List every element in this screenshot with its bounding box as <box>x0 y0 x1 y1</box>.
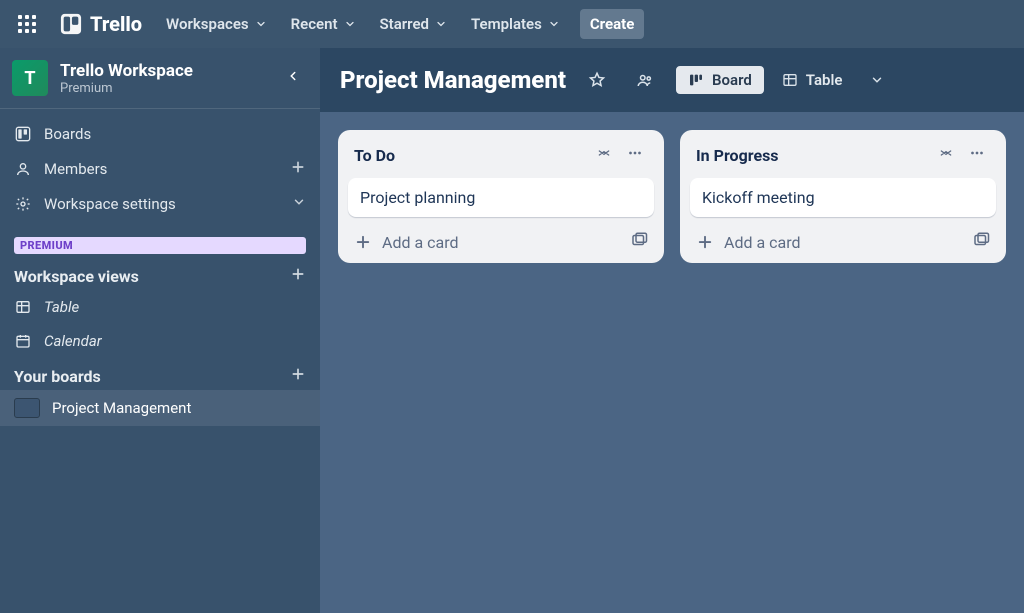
board-link-project-management[interactable]: Project Management <box>0 390 320 426</box>
table-icon <box>14 299 32 315</box>
expand-settings[interactable] <box>292 195 306 213</box>
add-card[interactable]: Add a card <box>696 233 972 252</box>
apps-icon <box>18 15 36 33</box>
sidebar: T Trello Workspace Premium Boards Member… <box>0 48 320 613</box>
sidebar-item-settings[interactable]: Workspace settings <box>0 187 320 221</box>
star-board[interactable] <box>580 63 614 97</box>
star-icon <box>588 71 606 89</box>
chevron-down-icon <box>435 18 447 30</box>
collapse-icon <box>938 145 954 161</box>
collapse-sidebar[interactable] <box>280 63 306 93</box>
sidebar-item-boards[interactable]: Boards <box>0 117 320 151</box>
more-icon <box>968 144 986 162</box>
card[interactable]: Kickoff meeting <box>690 178 996 217</box>
table-icon <box>782 72 798 88</box>
gear-icon <box>14 196 32 212</box>
list-menu[interactable] <box>964 142 990 168</box>
nav-starred[interactable]: Starred <box>370 9 457 39</box>
add-member[interactable] <box>290 159 306 179</box>
sidebar-item-members[interactable]: Members <box>0 151 320 187</box>
workspace-avatar: T <box>12 60 48 96</box>
create-button[interactable]: Create <box>580 9 644 39</box>
premium-badge: PREMIUM <box>14 237 306 254</box>
board-color-chip <box>14 398 40 418</box>
plus-icon <box>696 233 714 251</box>
collapse-icon <box>596 145 612 161</box>
chevron-left-icon <box>286 69 300 83</box>
workspace-name: Trello Workspace <box>60 61 193 81</box>
nav-workspaces[interactable]: Workspaces <box>156 9 277 39</box>
user-icon <box>14 161 32 177</box>
list-menu[interactable] <box>622 142 648 168</box>
view-mode-table[interactable]: Table <box>770 66 855 94</box>
template-icon <box>972 231 990 249</box>
app-name: Trello <box>90 12 142 36</box>
board-header: Project Management Board Table <box>320 48 1024 112</box>
calendar-icon <box>14 333 32 349</box>
list-in-progress: In Progress Kickoff meeting Add a card <box>680 130 1006 263</box>
apps-launcher[interactable] <box>8 9 46 39</box>
nav-recent[interactable]: Recent <box>281 9 366 39</box>
board-title[interactable]: Project Management <box>340 66 566 94</box>
list-title[interactable]: To Do <box>354 146 586 165</box>
plus-icon <box>354 233 372 251</box>
collapse-list[interactable] <box>934 143 958 167</box>
nav-templates[interactable]: Templates <box>461 9 570 39</box>
board-icon <box>688 72 704 88</box>
add-view[interactable] <box>290 266 306 286</box>
card[interactable]: Project planning <box>348 178 654 217</box>
list-to-do: To Do Project planning Add a card <box>338 130 664 263</box>
top-nav: Trello Workspaces Recent Starred Templat… <box>0 0 1024 48</box>
trello-small-icon <box>14 126 32 142</box>
trello-icon <box>60 13 82 35</box>
more-icon <box>626 144 644 162</box>
chevron-down-icon <box>255 18 267 30</box>
trello-logo[interactable]: Trello <box>50 8 152 40</box>
card-template[interactable] <box>630 231 648 253</box>
view-switcher-more[interactable] <box>860 63 894 97</box>
list-title[interactable]: In Progress <box>696 146 928 165</box>
board-area: Project Management Board Table To <box>320 48 1024 613</box>
people-icon <box>636 71 654 89</box>
card-template[interactable] <box>972 231 990 253</box>
chevron-down-icon <box>344 18 356 30</box>
view-calendar[interactable]: Calendar <box>0 324 320 358</box>
add-board[interactable] <box>290 366 306 386</box>
workspace-visibility[interactable] <box>628 63 662 97</box>
workspace-views-header: Workspace views <box>0 258 320 290</box>
workspace-plan: Premium <box>60 81 193 96</box>
collapse-list[interactable] <box>592 143 616 167</box>
your-boards-header: Your boards <box>0 358 320 390</box>
view-mode-board[interactable]: Board <box>676 66 764 94</box>
template-icon <box>630 231 648 249</box>
chevron-down-icon <box>548 18 560 30</box>
workspace-header: T Trello Workspace Premium <box>0 48 320 109</box>
add-card[interactable]: Add a card <box>354 233 630 252</box>
main: T Trello Workspace Premium Boards Member… <box>0 48 1024 613</box>
board-canvas[interactable]: To Do Project planning Add a card In Pro… <box>320 112 1024 613</box>
view-table[interactable]: Table <box>0 290 320 324</box>
chevron-down-icon <box>870 73 884 87</box>
